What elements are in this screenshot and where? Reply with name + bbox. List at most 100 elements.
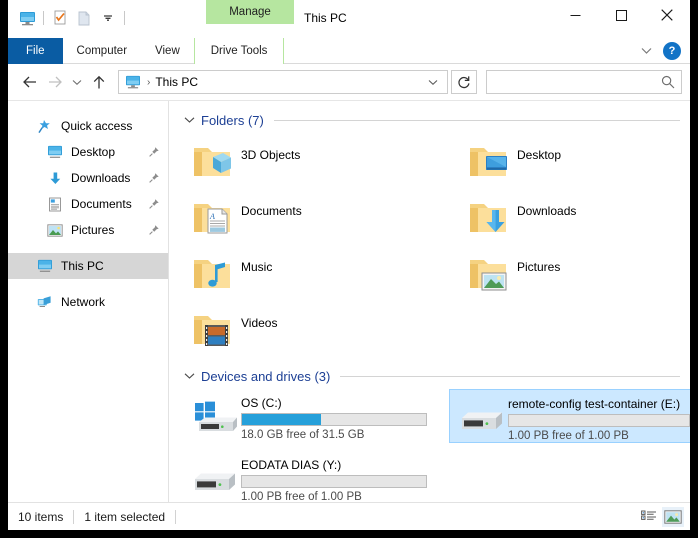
status-separator-1 bbox=[73, 509, 75, 524]
address-dropdown-icon[interactable] bbox=[423, 79, 443, 86]
ribbon-right-controls: ? bbox=[635, 38, 686, 64]
ribbon-tab-bar: File Computer View Drive Tools ? bbox=[8, 38, 690, 64]
chevron-down-icon[interactable] bbox=[183, 372, 195, 380]
chevron-down-icon[interactable] bbox=[183, 116, 195, 124]
drive-generic-icon bbox=[454, 394, 508, 442]
folder-item-desktop[interactable]: Desktop bbox=[459, 133, 684, 189]
pin-icon[interactable] bbox=[148, 224, 160, 236]
chevron-down-icon[interactable] bbox=[635, 41, 657, 61]
drive-item-remote-config-test-container-e[interactable]: remote-config test-container (E:) 1.00 P… bbox=[449, 389, 690, 443]
customize-dropdown-icon[interactable] bbox=[97, 7, 119, 29]
folder-item-pictures[interactable]: Pictures bbox=[459, 245, 684, 301]
sidebar-item-downloads[interactable]: Downloads bbox=[8, 165, 168, 191]
drive-label: OS (C:) bbox=[241, 396, 282, 410]
folder-item-label: 3D Objects bbox=[241, 148, 301, 162]
tab-view[interactable]: View bbox=[141, 38, 194, 64]
tab-drive-tools[interactable]: Drive Tools bbox=[193, 38, 285, 64]
recent-locations-button[interactable] bbox=[68, 69, 86, 95]
sidebar-item-desktop[interactable]: Desktop bbox=[8, 139, 168, 165]
folder-item-label: Music bbox=[241, 260, 273, 274]
drive-item-eodata-dias-y[interactable]: EODATA DIAS (Y:) 1.00 PB free of 1.00 PB bbox=[183, 451, 433, 502]
title-bar: Manage This PC bbox=[8, 0, 690, 38]
pin-icon[interactable] bbox=[148, 146, 160, 158]
drive-info: OS (C:) 18.0 GB free of 31.5 GB bbox=[241, 393, 427, 441]
sidebar-item-network[interactable]: Network bbox=[8, 289, 168, 315]
properties-icon[interactable] bbox=[49, 7, 71, 29]
close-button[interactable] bbox=[644, 0, 690, 30]
group-title: Devices and drives (3) bbox=[201, 368, 331, 384]
drive-info: remote-config test-container (E:) 1.00 P… bbox=[508, 394, 690, 442]
tab-file[interactable]: File bbox=[8, 38, 63, 64]
help-icon[interactable]: ? bbox=[663, 42, 681, 60]
forward-button[interactable] bbox=[43, 69, 67, 95]
pin-icon[interactable] bbox=[148, 198, 160, 210]
status-selection: 1 item selected bbox=[84, 509, 166, 524]
qat-separator-2 bbox=[124, 11, 125, 25]
search-icon[interactable] bbox=[661, 75, 675, 89]
back-button[interactable] bbox=[18, 69, 42, 95]
folder-item-downloads[interactable]: Downloads bbox=[459, 189, 684, 245]
breadcrumb-separator[interactable]: › bbox=[147, 77, 150, 88]
group-header-folders[interactable]: Folders (7) bbox=[183, 109, 684, 131]
folder-item-documents[interactable]: A Documents bbox=[183, 189, 459, 245]
folder-item-videos[interactable]: Videos bbox=[183, 301, 459, 357]
network-icon bbox=[36, 294, 54, 310]
folder-item-music[interactable]: Music bbox=[183, 245, 459, 301]
maximize-button[interactable] bbox=[598, 0, 644, 30]
address-bar[interactable]: › This PC bbox=[118, 70, 448, 94]
this-pc-icon bbox=[36, 258, 54, 274]
sidebar-item-label: Desktop bbox=[71, 145, 116, 159]
group-title: Folders (7) bbox=[201, 112, 264, 128]
sidebar-item-pictures[interactable]: Pictures bbox=[8, 217, 168, 243]
sidebar-item-documents[interactable]: Documents bbox=[8, 191, 168, 217]
sidebar-item-label: Pictures bbox=[71, 223, 115, 237]
up-button[interactable] bbox=[87, 69, 111, 95]
drive-label: EODATA DIAS (Y:) bbox=[241, 458, 342, 472]
search-input[interactable] bbox=[493, 75, 661, 89]
window-title: This PC bbox=[304, 11, 347, 25]
contextual-tab-group-header: Manage bbox=[206, 0, 294, 24]
minimize-button[interactable] bbox=[552, 0, 598, 30]
this-pc-icon[interactable] bbox=[16, 7, 38, 29]
sidebar-item-label: Network bbox=[61, 295, 106, 309]
breadcrumb[interactable]: This PC bbox=[155, 75, 423, 89]
drive-generic-icon bbox=[187, 455, 241, 502]
large-icons-view-button[interactable] bbox=[662, 506, 684, 527]
folder-item-label: Downloads bbox=[517, 204, 577, 218]
search-box[interactable] bbox=[486, 70, 682, 94]
contextual-tab-group-label: Manage bbox=[229, 6, 271, 18]
folder-desktop-icon bbox=[463, 136, 515, 186]
drive-windows-icon bbox=[187, 393, 241, 441]
status-item-count: 10 items bbox=[18, 509, 64, 524]
drives-grid: OS (C:) 18.0 GB free of 31.5 GB EODATA D… bbox=[183, 389, 690, 502]
folder-pictures-icon bbox=[463, 248, 515, 298]
status-separator-2 bbox=[175, 509, 177, 524]
explorer-body: Quick access Desktop Downloads Documents… bbox=[8, 100, 690, 502]
drive-item-os-c[interactable]: OS (C:) 18.0 GB free of 31.5 GB bbox=[183, 389, 433, 443]
pin-icon[interactable] bbox=[148, 172, 160, 184]
this-pc-icon bbox=[125, 74, 143, 90]
sidebar-item-this-pc[interactable]: This PC bbox=[8, 253, 168, 279]
sidebar-gap-1 bbox=[8, 243, 168, 253]
group-rule bbox=[340, 375, 680, 377]
folder-downloads-icon bbox=[463, 192, 515, 242]
window-controls bbox=[552, 0, 690, 30]
sidebar-item-quick-access[interactable]: Quick access bbox=[8, 113, 168, 139]
downloads-arrow-icon bbox=[46, 170, 64, 186]
drive-free-space: 18.0 GB free of 31.5 GB bbox=[241, 429, 365, 441]
qat-separator-1 bbox=[43, 11, 44, 25]
tab-computer[interactable]: Computer bbox=[63, 38, 142, 64]
drive-free-space: 1.00 PB free of 1.00 PB bbox=[508, 430, 629, 442]
refresh-button[interactable] bbox=[451, 70, 477, 94]
sidebar-gap-2 bbox=[8, 279, 168, 289]
new-folder-icon[interactable] bbox=[73, 7, 95, 29]
details-view-button[interactable] bbox=[638, 507, 660, 527]
folder-item-3d-objects[interactable]: 3D Objects bbox=[183, 133, 459, 189]
quick-access-toolbar bbox=[8, 3, 134, 33]
explorer-window: Manage This PC File Computer View Drive … bbox=[8, 0, 690, 530]
drive-capacity-bar bbox=[241, 475, 427, 488]
drive-capacity-bar bbox=[508, 414, 690, 427]
group-header-devices[interactable]: Devices and drives (3) bbox=[183, 365, 684, 387]
folder-3d-objects-icon bbox=[187, 136, 239, 186]
folder-item-label: Desktop bbox=[517, 148, 562, 162]
